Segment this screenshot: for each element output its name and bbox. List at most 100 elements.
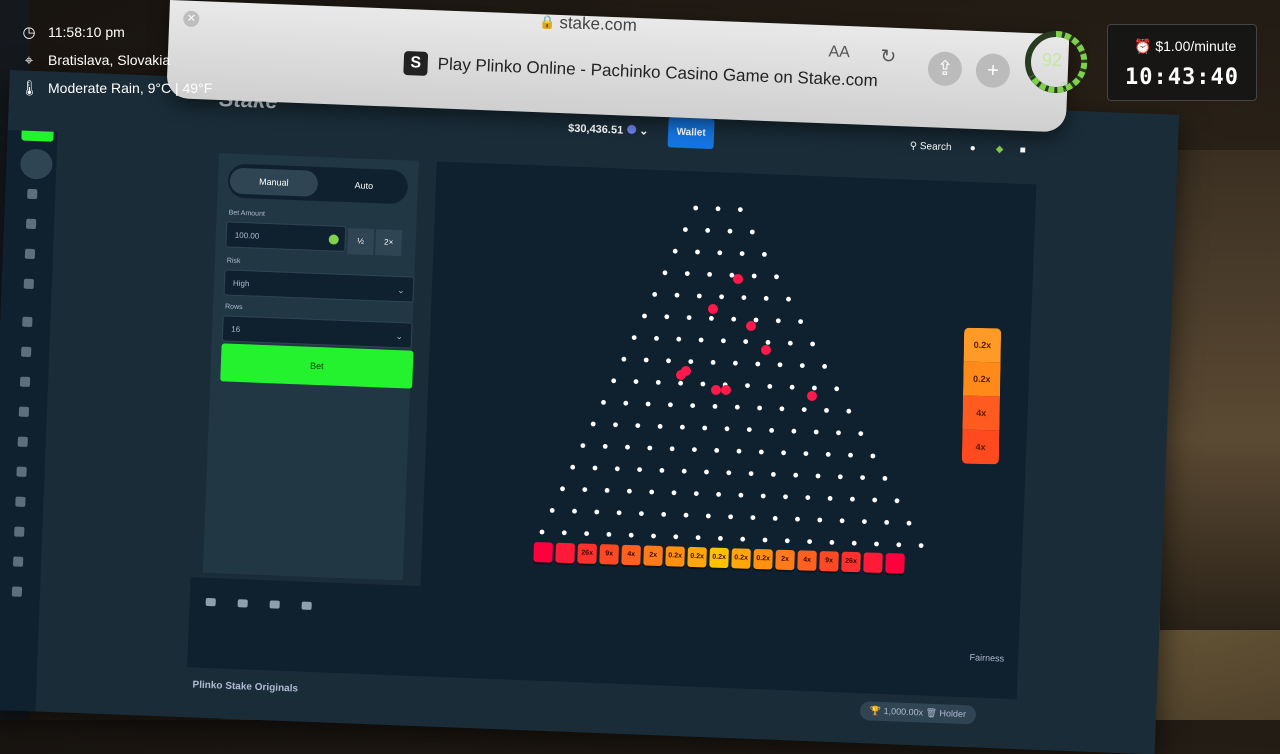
user-icon[interactable]: ● — [969, 143, 975, 154]
sports-nav-button[interactable] — [19, 148, 53, 180]
location-text: Bratislava, Slovakia — [48, 52, 171, 68]
reload-icon[interactable]: ↻ — [880, 45, 897, 69]
balance-value: $30,436.51 — [567, 122, 624, 137]
nav-icon[interactable] — [11, 586, 23, 597]
stake-window: Stake $30,436.51 ⌄ Wallet ⚲ Search ● ◆ ■… — [0, 70, 1180, 754]
stats-icon[interactable] — [269, 600, 280, 609]
room-background-right — [1160, 150, 1280, 630]
nav-icon[interactable] — [24, 248, 36, 260]
nav-icon[interactable] — [16, 466, 27, 477]
nav-icon[interactable] — [25, 218, 37, 230]
game-title: Plinko Stake Originals — [192, 679, 299, 695]
clock-icon: ◷ — [22, 24, 36, 41]
weather-text: Moderate Rain, 9°C | 49°F — [48, 80, 213, 96]
multiplier-slot: 0.2x — [665, 546, 685, 567]
multiplier-slot: 0.2x — [687, 546, 707, 568]
recent-result: 0.2x — [963, 327, 1002, 363]
nav-icon[interactable] — [21, 346, 32, 358]
stream-info-overlay: ◷ 11:58:10 pm ⌖ Bratislava, Slovakia 🌡 M… — [20, 18, 212, 102]
chevron-down-icon: ⌄ — [395, 330, 404, 342]
risk-label: Risk — [226, 257, 241, 265]
stake-favicon: S — [403, 51, 429, 76]
recent-result: 0.2x — [963, 361, 1001, 397]
weather-row: 🌡 Moderate Rain, 9°C | 49°F — [20, 74, 212, 102]
nav-icon[interactable] — [22, 316, 33, 328]
multiplier-slot — [885, 553, 905, 574]
recent-results: 0.2x 0.2x 4x 4x — [961, 327, 1002, 465]
time-row: ◷ 11:58:10 pm — [20, 18, 212, 46]
notifications-icon[interactable]: ◆ — [995, 144, 1003, 155]
search-label: Search — [919, 140, 952, 154]
bet-amount-input[interactable]: 100.00 — [225, 221, 347, 253]
timer-value: 10:43:40 — [1125, 65, 1239, 90]
tab-title: Play Plinko Online - Pachinko Casino Gam… — [437, 54, 879, 91]
multiplier-slot: 2x — [643, 545, 663, 567]
location-pin-icon: ⌖ — [24, 51, 34, 69]
search-icon: ⚲ — [909, 140, 918, 152]
theatre-mode-icon[interactable] — [237, 599, 248, 608]
nav-icon[interactable] — [27, 188, 38, 200]
plinko-board — [420, 161, 1037, 615]
nav-icon[interactable] — [12, 556, 24, 567]
nav-icon[interactable] — [14, 526, 25, 537]
search-button[interactable]: ⚲ Search — [910, 141, 952, 154]
bet-panel: Manual Auto Bet Amount 100.00 ½ 2× Risk … — [202, 153, 419, 581]
multiplier-slot: 26x — [577, 543, 597, 564]
wallet-button[interactable]: Wallet — [667, 117, 715, 150]
bet-button[interactable]: Bet — [220, 343, 414, 389]
recent-result: 4x — [962, 395, 1000, 431]
lock-icon: 🔒 — [539, 14, 556, 30]
risk-value: High — [232, 278, 250, 289]
chevron-down-icon[interactable]: ⌄ — [639, 125, 649, 137]
multiplier-slot: 4x — [797, 550, 817, 571]
reader-text-size-button[interactable]: AA — [828, 43, 850, 62]
multiplier-slot — [863, 552, 883, 573]
multiplier-slot: 26x — [841, 551, 861, 573]
favourite-icon[interactable] — [301, 601, 312, 610]
bet-amount-value: 100.00 — [234, 230, 260, 241]
recent-result: 4x — [961, 429, 1000, 465]
nav-icon[interactable] — [19, 376, 31, 387]
heart-icon: ♡ — [1060, 80, 1071, 94]
multiplier-slot: 4x — [621, 544, 641, 566]
multiplier-slot: 9x — [819, 550, 839, 572]
tab-manual[interactable]: Manual — [229, 167, 319, 197]
double-bet-button[interactable]: 2× — [375, 229, 403, 257]
nav-icon[interactable] — [17, 436, 28, 447]
nav-icon[interactable] — [15, 496, 26, 507]
new-tab-icon[interactable]: + — [975, 53, 1011, 89]
chevron-down-icon: ⌄ — [397, 285, 406, 296]
game-badges[interactable]: 🏆 1,000.00x 🗑 Holder — [859, 701, 977, 725]
stats-gauge: 92 ♡ — [1022, 28, 1094, 98]
fairness-link[interactable]: Fairness — [969, 652, 1004, 663]
location-row: ⌖ Bratislava, Slovakia — [20, 46, 212, 74]
alarm-clock-icon: ⏰ — [1134, 38, 1152, 54]
subathon-timer: ⏰ $1.00/minute 10:43:40 — [1107, 24, 1257, 101]
multiplier-slot — [555, 542, 575, 564]
nav-icon[interactable] — [18, 406, 30, 417]
multiplier-slot: 0.2x — [709, 547, 729, 569]
share-icon[interactable]: ⇪ — [927, 51, 963, 87]
half-bet-button[interactable]: ½ — [347, 228, 375, 256]
thermometer-icon: 🌡 — [20, 80, 40, 97]
risk-select[interactable]: High ⌄ — [223, 269, 415, 303]
url-domain[interactable]: stake.com — [559, 13, 637, 36]
rows-label: Rows — [224, 303, 243, 312]
gauge-value: 92 — [1042, 50, 1063, 70]
balance-display[interactable]: $30,436.51 ⌄ — [568, 121, 649, 137]
nav-icon[interactable] — [23, 278, 34, 290]
coin-icon — [328, 234, 339, 245]
chat-icon[interactable]: ■ — [1019, 145, 1025, 156]
settings-icon[interactable] — [205, 597, 216, 607]
bet-amount-label: Bet Amount — [228, 209, 265, 218]
multiplier-slot: 0.2x — [731, 548, 751, 569]
mode-tabs: Manual Auto — [227, 163, 409, 205]
active-tab[interactable]: S Play Plinko Online - Pachinko Casino G… — [403, 51, 878, 93]
rows-value: 16 — [231, 324, 241, 335]
multiplier-slot: 0.2x — [753, 548, 773, 570]
side-navigation — [0, 70, 60, 712]
timer-rate: ⏰ $1.00/minute — [1134, 38, 1236, 55]
rate-text: $1.00/minute — [1155, 38, 1237, 54]
multiplier-slot: 2x — [775, 549, 795, 571]
tab-auto[interactable]: Auto — [319, 171, 408, 200]
